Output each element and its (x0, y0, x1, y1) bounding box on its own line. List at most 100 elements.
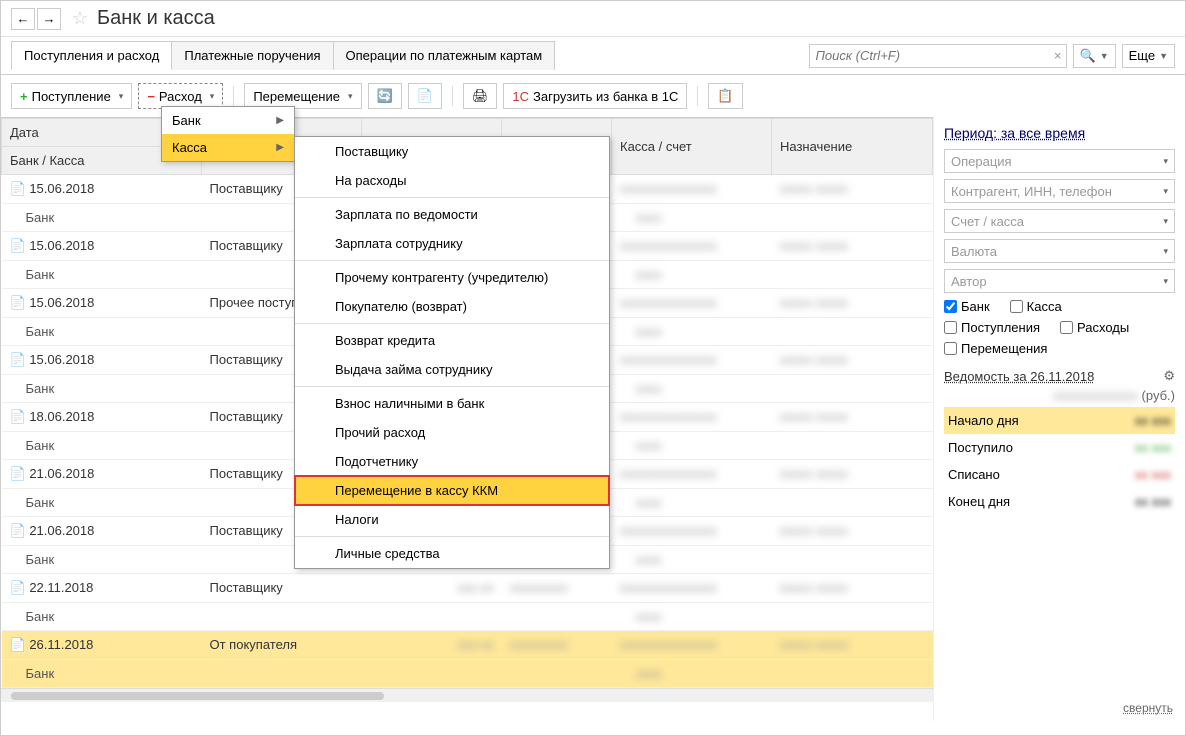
refresh-button[interactable]: 🔄 (368, 83, 402, 109)
export-icon: 📋 (717, 88, 733, 104)
row-where: xxxxxxxxx (510, 637, 569, 652)
check-income-input[interactable] (944, 321, 957, 334)
row-amount: xxx.xx (457, 637, 493, 652)
row-account2: xxxx (636, 324, 662, 339)
row-purpose: xxxxx xxxxx (780, 466, 849, 481)
row-bank: Банк (2, 603, 202, 631)
tab-income-expense[interactable]: Поступления и расход (11, 41, 172, 70)
table-row[interactable]: 📄 22.11.2018 Поставщику xxx.xx xxxxxxxxx… (2, 574, 933, 603)
table-row[interactable]: 📄 26.11.2018 От покупателя xxx.xx xxxxxx… (2, 631, 933, 660)
menu-item[interactable]: На расходы (295, 166, 609, 195)
row-account2: xxxx (636, 438, 662, 453)
gear-icon[interactable]: ⚙ (1163, 368, 1175, 384)
menu-kassa[interactable]: Касса ▶ (162, 134, 294, 161)
menu-item[interactable]: Возврат кредита (295, 326, 609, 355)
menu-item[interactable]: Прочий расход (295, 418, 609, 447)
row-date: 22.11.2018 (29, 580, 93, 595)
refresh-icon: 🔄 (377, 88, 393, 104)
print-button[interactable]: 🖨 (463, 83, 498, 109)
row-date: 18.06.2018 (29, 409, 94, 424)
check-bank-input[interactable] (944, 300, 957, 313)
menu-item[interactable]: Поставщику (295, 137, 609, 166)
chevron-down-icon: ▾ (1163, 276, 1168, 287)
search-button[interactable]: 🔍 ▼ (1073, 44, 1116, 68)
scrollbar-thumb[interactable] (11, 692, 384, 700)
menu-kassa-label: Касса (172, 140, 207, 155)
nav-back-button[interactable]: ← (11, 8, 35, 30)
income-button[interactable]: + Поступление ▾ (11, 83, 132, 109)
check-expense-input[interactable] (1060, 321, 1073, 334)
filter-currency-label: Валюта (951, 244, 997, 259)
filter-counterparty[interactable]: Контрагент, ИНН, телефон▾ (944, 179, 1175, 203)
menu-item[interactable]: Перемещение в кассу ККМ (295, 476, 609, 505)
search-input[interactable] (816, 48, 1060, 63)
chevron-down-icon: ▾ (210, 91, 215, 102)
print-icon: 🖨 (472, 88, 489, 104)
menu-item[interactable]: Взнос наличными в банк (295, 389, 609, 418)
menu-item[interactable]: Налоги (295, 505, 609, 534)
more-button[interactable]: Еще ▼ (1122, 44, 1175, 68)
menu-item[interactable]: Подотчетнику (295, 447, 609, 476)
toolbar-separator (452, 86, 453, 106)
export-button[interactable]: 📋 (708, 83, 742, 109)
favorite-star-icon[interactable]: ☆ (69, 8, 91, 30)
filter-author[interactable]: Автор▾ (944, 269, 1175, 293)
summary-value: xx xxx (1135, 494, 1171, 509)
filter-currency[interactable]: Валюта▾ (944, 239, 1175, 263)
menu-bank[interactable]: Банк ▶ (162, 107, 294, 134)
search-icon: 🔍 (1080, 48, 1096, 64)
chevron-down-icon: ▾ (1163, 156, 1168, 167)
document-icon: 📄 (10, 637, 26, 652)
col-account[interactable]: Касса / счет (612, 119, 772, 175)
col-purpose[interactable]: Назначение (772, 119, 933, 175)
vedomost-account: xxxxxxxxxxxxx (1053, 388, 1138, 403)
tab-payment-orders[interactable]: Платежные поручения (171, 41, 333, 70)
collapse-link[interactable]: свернуть (1123, 701, 1173, 715)
menu-item[interactable]: Зарплата по ведомости (295, 200, 609, 229)
more-button-label: Еще (1129, 48, 1155, 63)
chevron-down-icon: ▾ (1163, 216, 1168, 227)
menu-item[interactable]: Зарплата сотруднику (295, 229, 609, 258)
add-doc-button[interactable]: 📄 (408, 83, 442, 109)
summary-label: Начало дня (948, 413, 1019, 428)
row-account: xxxxxxxxxxxxxxx (620, 238, 718, 253)
menu-item[interactable]: Личные средства (295, 539, 609, 568)
filter-account[interactable]: Счет / касса▾ (944, 209, 1175, 233)
row-bank: Банк (2, 489, 202, 517)
tab-card-operations[interactable]: Операции по платежным картам (333, 41, 556, 70)
summary-label: Поступило (948, 440, 1013, 455)
check-kassa-input[interactable] (1010, 300, 1023, 313)
row-operation: От покупателя (202, 631, 362, 660)
load-bank-button[interactable]: 1С Загрузить из банка в 1С (503, 83, 687, 109)
row-bank: Банк (2, 261, 202, 289)
row-account2: xxxx (636, 267, 662, 282)
check-income-label: Поступления (961, 320, 1040, 335)
row-operation: Поставщику (202, 574, 362, 603)
table-sub-row[interactable]: Банкxxxx (2, 603, 933, 631)
vedomost-title[interactable]: Ведомость за 26.11.2018 (944, 369, 1094, 384)
summary-label: Списано (948, 467, 1000, 482)
row-purpose: xxxxx xxxxx (780, 523, 849, 538)
summary-value: xx xxx (1135, 413, 1171, 428)
chevron-down-icon: ▾ (119, 91, 124, 102)
horizontal-scrollbar[interactable] (1, 688, 933, 702)
check-bank[interactable]: Банк (944, 299, 990, 314)
menu-item[interactable]: Прочему контрагенту (учредителю) (295, 263, 609, 292)
row-account: xxxxxxxxxxxxxxx (620, 409, 718, 424)
check-kassa[interactable]: Касса (1010, 299, 1062, 314)
period-link[interactable]: Период: за все время (944, 125, 1175, 141)
check-expense[interactable]: Расходы (1060, 320, 1129, 335)
check-income[interactable]: Поступления (944, 320, 1040, 335)
menu-separator (295, 323, 609, 324)
table-sub-row[interactable]: Банкxxxx (2, 660, 933, 688)
nav-forward-button[interactable]: → (37, 8, 61, 30)
row-bank: Банк (2, 318, 202, 346)
transfer-button-label: Перемещение (253, 89, 340, 104)
menu-item[interactable]: Выдача займа сотруднику (295, 355, 609, 384)
search-clear-icon[interactable]: × (1054, 48, 1062, 63)
toolbar-separator (233, 86, 234, 106)
filter-operation[interactable]: Операция▾ (944, 149, 1175, 173)
check-transfer[interactable]: Перемещения (944, 341, 1047, 356)
check-transfer-input[interactable] (944, 342, 957, 355)
menu-item[interactable]: Покупателю (возврат) (295, 292, 609, 321)
